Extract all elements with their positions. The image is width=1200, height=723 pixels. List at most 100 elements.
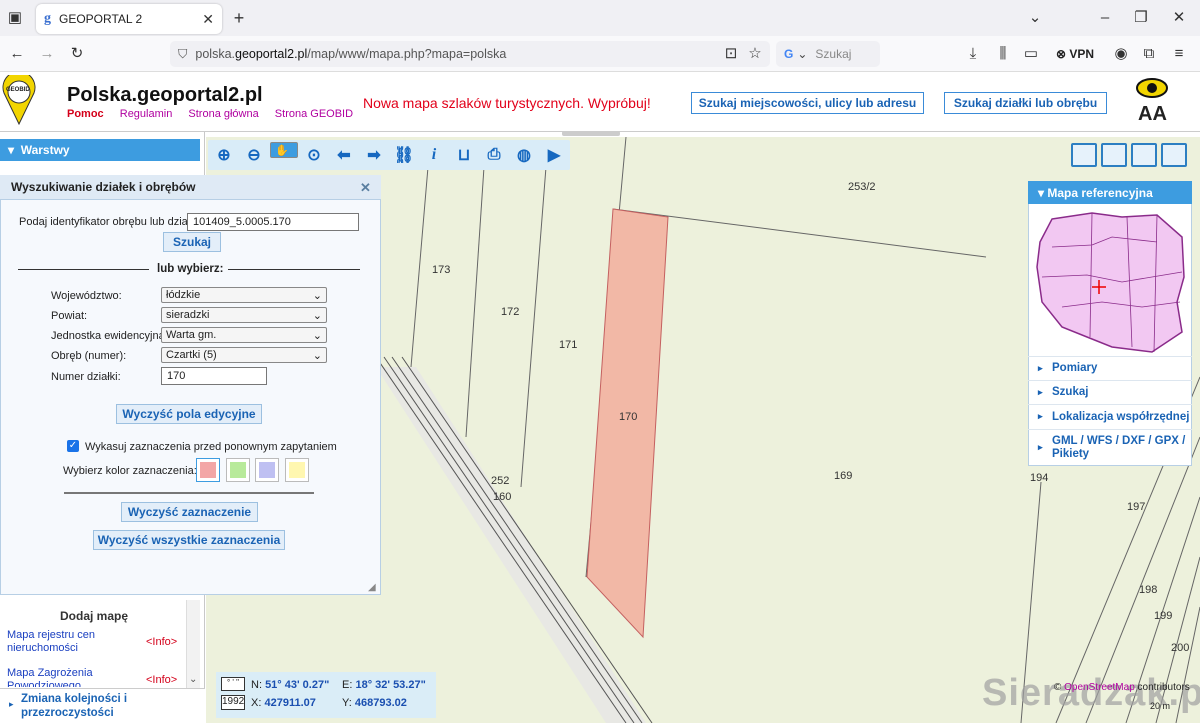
map-register-info[interactable]: <Info> bbox=[146, 636, 177, 648]
flood-map-link[interactable]: Mapa Zagrożenia Powodziowego bbox=[7, 667, 127, 687]
reload-icon[interactable]: ↻ bbox=[66, 43, 88, 65]
or-choose-label: lub wybierz: bbox=[157, 263, 224, 275]
search-address-button[interactable]: Szukaj miejscowości, ulicy lub adresu bbox=[691, 92, 924, 114]
home-link[interactable]: Strona główna bbox=[188, 108, 258, 120]
reorder-bar[interactable]: ▸ Zmiana kolejności i przezroczystości bbox=[0, 688, 205, 723]
minimize-icon[interactable]: – bbox=[1094, 7, 1116, 29]
reference-map[interactable] bbox=[1032, 207, 1188, 357]
precinct-select[interactable]: Czartki (5) ⌄ bbox=[161, 347, 327, 363]
back-icon[interactable]: ← bbox=[6, 43, 28, 65]
voivodeship-select[interactable]: łódzkie ⌄ bbox=[161, 287, 327, 303]
header-collapse-handle[interactable] bbox=[562, 131, 620, 136]
bookmark-star-icon[interactable]: ☆ bbox=[744, 43, 766, 65]
map-register-link[interactable]: Mapa rejestru cen nieruchomości bbox=[7, 629, 127, 655]
layout-right-icon[interactable] bbox=[1161, 143, 1187, 167]
menu-measurements[interactable]: Pomiary bbox=[1028, 356, 1192, 379]
parcel-label: 160 bbox=[493, 491, 512, 503]
geobid-link[interactable]: Strona GEOBID bbox=[275, 108, 353, 120]
layout-left-icon[interactable] bbox=[1101, 143, 1127, 167]
vpn-label: VPN bbox=[1069, 47, 1095, 61]
osm-link[interactable]: OpenStreetMap bbox=[1064, 682, 1135, 693]
map-toolbar: ⊕ ⊖ ✋ ⊙ ⬅ ➡ ⛓ i ⊔ ⎙ ◍ ▶ bbox=[208, 140, 570, 170]
forward-icon[interactable]: → bbox=[36, 43, 58, 65]
coord-format-dms[interactable]: ° ' " bbox=[221, 677, 245, 691]
measure-ruler-icon[interactable]: ⊔ bbox=[450, 142, 478, 168]
parcel-label: 169 bbox=[834, 470, 853, 482]
pan-hand-icon[interactable]: ✋ bbox=[270, 142, 298, 158]
unit-select[interactable]: Warta gm. ⌄ bbox=[161, 327, 327, 343]
library-icon[interactable]: ⫼ bbox=[992, 43, 1014, 65]
reference-map-header[interactable]: ▾ Mapa referencyjna bbox=[1028, 181, 1192, 204]
download-icon[interactable]: ⤓ bbox=[962, 43, 984, 65]
color-swatch-red[interactable] bbox=[196, 458, 220, 482]
print-icon[interactable]: ⎙ bbox=[480, 142, 508, 168]
clear-all-button[interactable]: Wyczyść wszystkie zaznaczenia bbox=[93, 530, 285, 550]
color-swatch-blue[interactable] bbox=[255, 458, 279, 482]
menu-gml-export[interactable]: GML / WFS / DXF / GPX / Pikiety bbox=[1028, 429, 1192, 465]
tab-list-icon[interactable]: ▣ bbox=[4, 7, 26, 29]
divider-right bbox=[228, 269, 360, 270]
site-title[interactable]: Polska.geoportal2.pl bbox=[67, 84, 263, 107]
previous-view-icon[interactable]: ⬅ bbox=[330, 142, 358, 168]
search-button[interactable]: Szukaj bbox=[163, 232, 221, 252]
layout-top-icon[interactable] bbox=[1071, 143, 1097, 167]
zoom-out-icon[interactable]: ⊖ bbox=[240, 142, 268, 168]
terms-link[interactable]: Regulamin bbox=[120, 108, 173, 120]
reorder-arrow-icon: ▸ bbox=[9, 699, 14, 709]
link-icon[interactable]: ⛓ bbox=[390, 142, 418, 168]
county-select[interactable]: sieradzki ⌄ bbox=[161, 307, 327, 323]
coord-n-value: 51° 43' 0.27" bbox=[265, 679, 330, 691]
left-scrollbar[interactable]: ⌄ bbox=[186, 600, 200, 688]
reference-map-title: Mapa referencyjna bbox=[1047, 185, 1153, 200]
restore-icon[interactable]: ❐ bbox=[1130, 7, 1152, 29]
resize-handle-icon[interactable]: ◢ bbox=[368, 582, 376, 593]
next-view-icon[interactable]: ➡ bbox=[360, 142, 388, 168]
flood-map-info[interactable]: <Info> bbox=[146, 674, 177, 686]
url-bar[interactable]: ⛉ polska. geoportal2.pl/map/www/mapa.php?… bbox=[170, 41, 770, 67]
menu-icon[interactable]: ≡ bbox=[1168, 43, 1190, 65]
font-size-toggle[interactable]: AA bbox=[1138, 103, 1167, 126]
color-swatch-yellow[interactable] bbox=[285, 458, 309, 482]
dialog-divider bbox=[64, 492, 314, 494]
eye-icon[interactable] bbox=[1136, 77, 1168, 102]
close-tab-icon[interactable]: ✕ bbox=[202, 11, 214, 28]
parcel-label: 170 bbox=[619, 411, 638, 423]
globe-icon[interactable]: ◍ bbox=[510, 142, 538, 168]
google-icon: G bbox=[784, 47, 794, 61]
close-dialog-icon[interactable]: ✕ bbox=[360, 180, 371, 196]
video-camera-icon[interactable]: ▶ bbox=[540, 142, 568, 168]
new-tab-icon[interactable]: + bbox=[228, 7, 250, 29]
clear-fields-button[interactable]: Wyczyść pola edycyjne bbox=[116, 404, 262, 424]
browser-tab[interactable]: g GEOPORTAL 2 ✕ bbox=[36, 4, 222, 34]
reader-icon[interactable]: ⊡ bbox=[720, 43, 742, 65]
scroll-down-icon[interactable]: ⌄ bbox=[189, 674, 197, 685]
menu-search[interactable]: Szukaj bbox=[1028, 380, 1192, 403]
zoom-in-icon[interactable]: ⊕ bbox=[210, 142, 238, 168]
identifier-input[interactable]: 101409_5.0005.170 bbox=[187, 213, 359, 231]
sidebar-icon[interactable]: ▭ bbox=[1020, 43, 1042, 65]
engine-dropdown-icon: ⌄ bbox=[797, 47, 808, 61]
layout-export-icon[interactable] bbox=[1131, 143, 1157, 167]
coord-n-label: N: bbox=[251, 679, 262, 691]
layers-header[interactable]: ▾ Warstwy bbox=[0, 139, 200, 161]
help-link[interactable]: Pomoc bbox=[67, 108, 104, 120]
search-box[interactable]: G ⌄ Szukaj bbox=[776, 41, 880, 67]
menu-coordinate-location[interactable]: Lokalizacja współrzędnej bbox=[1028, 404, 1192, 428]
info-icon[interactable]: i bbox=[420, 142, 448, 168]
coord-format-1992[interactable]: 1992 bbox=[221, 695, 245, 710]
divider-left bbox=[18, 269, 149, 270]
extensions-icon[interactable]: ⧉ bbox=[1138, 43, 1160, 65]
zoom-extent-icon[interactable]: ⊙ bbox=[300, 142, 328, 168]
color-swatch-green[interactable] bbox=[226, 458, 250, 482]
search-parcel-button[interactable]: Szukaj działki lub obrębu bbox=[944, 92, 1107, 114]
chevron-down-icon[interactable]: ⌄ bbox=[1024, 7, 1046, 29]
clear-before-query-checkbox[interactable]: ✓ bbox=[67, 440, 79, 452]
close-window-icon[interactable]: ✕ bbox=[1168, 7, 1190, 29]
geobid-logo[interactable]: GEOBID bbox=[2, 71, 36, 126]
promo-link[interactable]: Nowa mapa szlaków turystycznych. Wypróbu… bbox=[363, 95, 651, 111]
account-icon[interactable]: ◉ bbox=[1110, 43, 1132, 65]
dialog-title[interactable]: Wyszukiwanie działek i obrębów bbox=[0, 175, 381, 200]
parcel-number-input[interactable]: 170 bbox=[161, 367, 267, 385]
vpn-button[interactable]: ⊗ VPN bbox=[1056, 47, 1094, 61]
clear-selection-button[interactable]: Wyczyść zaznaczenie bbox=[121, 502, 258, 522]
